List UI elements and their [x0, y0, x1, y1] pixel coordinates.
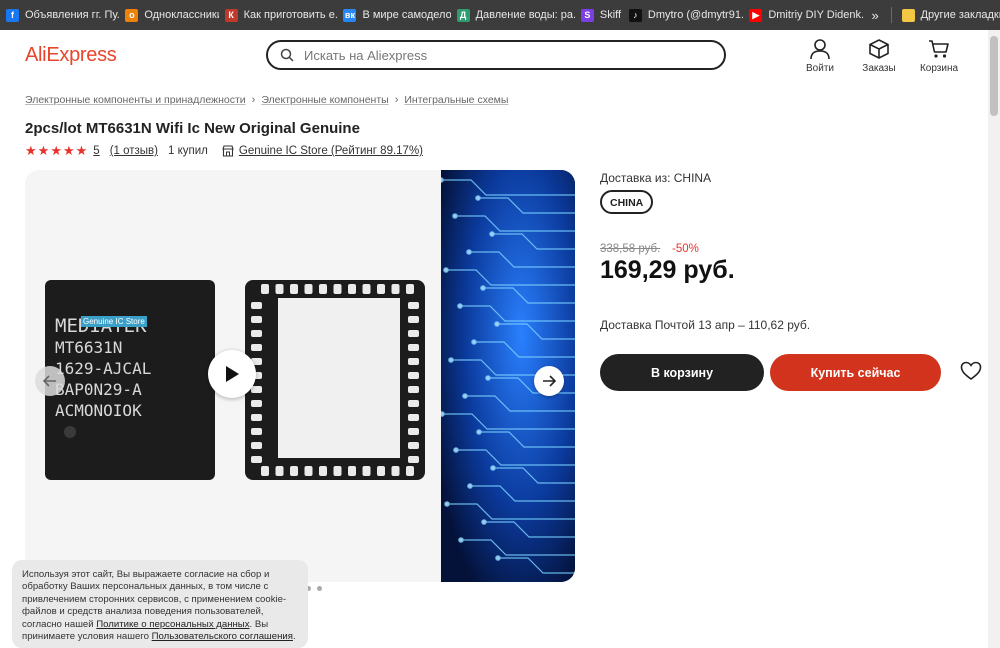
star-icon: ★ — [50, 143, 62, 158]
page-scrollbar[interactable] — [988, 30, 1000, 648]
rating-value[interactable]: 5 — [93, 145, 99, 157]
bookmark-item[interactable]: Д Давление воды: ра... — [451, 0, 575, 30]
user-agreement-link[interactable]: Пользовательского соглашения — [152, 631, 293, 642]
sold-count: 1 купил — [168, 145, 208, 157]
bookmark-item[interactable]: вк В мире самоделок — [337, 0, 451, 30]
chip-marking-line: MT6631N — [55, 338, 122, 357]
bookmark-item[interactable]: ♪ Dmytro (@dmytr91... — [623, 0, 743, 30]
current-price: 169,29 руб. — [600, 256, 735, 284]
login-button[interactable]: Войти — [795, 38, 845, 74]
bookmarks-divider — [890, 7, 892, 23]
cart-icon — [929, 40, 949, 58]
recipe-icon: К — [224, 8, 238, 22]
scrollbar-thumb[interactable] — [990, 36, 998, 116]
chip-marking-line: 1629-AJCAL — [55, 359, 151, 378]
search-bar[interactable] — [266, 40, 726, 70]
star-rating: ★ ★ ★ ★ ★ — [25, 143, 88, 159]
cookie-text: . — [292, 631, 296, 643]
product-gallery: MEDIATEKMT6631N1629-AJCALBAP0N29-AACMONO… — [25, 170, 575, 582]
delivery-info: Доставка Почтой 13 апр – 110,62 руб. — [600, 318, 811, 332]
folder-label: Другие закладки — [920, 9, 1000, 21]
youtube-icon: ▶ — [749, 8, 763, 22]
user-icon — [810, 39, 830, 60]
bookmark-label: В мире самоделок — [362, 9, 451, 21]
breadcrumb-item-electronics-accessories[interactable]: Электронные компоненты и принадлежности — [25, 94, 246, 106]
search-input[interactable] — [302, 46, 706, 64]
bookmark-item[interactable]: ▶ Dmitriy DIY Didenk... — [743, 0, 863, 30]
chevron-right-icon: › — [394, 94, 399, 106]
breadcrumb-item-electronic-components[interactable]: Электронные компоненты — [261, 94, 388, 106]
star-icon: ★ — [25, 143, 37, 158]
buy-now-button[interactable]: Купить сейчас — [770, 354, 941, 391]
vk-icon: вк — [343, 8, 357, 22]
chip-marking-line: BAP0N29-A — [55, 380, 142, 399]
bookmark-item[interactable]: о Одноклассники — [119, 0, 219, 30]
site-header: AliExpress Войти Заказы Корзина — [0, 30, 988, 86]
bookmark-item[interactable]: S Skiff — [575, 0, 623, 30]
bookmark-item[interactable]: К Как приготовить е... — [219, 0, 338, 30]
chip-front: MEDIATEKMT6631N1629-AJCALBAP0N29-AACMONO… — [45, 280, 215, 480]
bookmark-label: Давление воды: ра... — [475, 9, 575, 21]
bookmarks-bar: f Объявления гг. Пу... о Одноклассники К Как … — [0, 0, 1000, 30]
bookmark-label: Как приготовить е... — [243, 9, 338, 21]
orders-label: Заказы — [862, 63, 896, 74]
tiktok-icon: ♪ — [628, 8, 642, 22]
old-price: 338,58 руб. — [600, 243, 661, 255]
cart-label: Корзина — [919, 63, 959, 74]
pagination-dot[interactable] — [317, 586, 322, 591]
facebook-icon: f — [6, 8, 19, 22]
ship-country-chip[interactable]: CHINA — [600, 190, 654, 214]
chip-marking-line: ACMONOIOK — [55, 401, 142, 420]
store-link[interactable]: Genuine IC Store (Рейтинг 89.17%) — [239, 145, 423, 157]
heart-icon[interactable] — [960, 361, 982, 381]
privacy-policy-link[interactable]: Политике о персональных данных — [96, 619, 249, 630]
breadcrumb: Электронные компоненты и принадлежности … — [25, 94, 508, 106]
star-icon: ★ — [37, 143, 50, 158]
search-icon — [280, 48, 294, 62]
gallery-next-button[interactable] — [534, 366, 564, 396]
bookmark-item[interactable]: f Объявления гг. Пу... — [0, 0, 119, 30]
rating-row: ★ ★ ★ ★ ★ 5 (1 отзыв) 1 купил Genuine IC Sto… — [25, 143, 423, 159]
bookmark-label: Объявления гг. Пу... — [25, 9, 120, 21]
play-icon — [226, 366, 239, 382]
box-icon — [869, 39, 889, 59]
gauge-icon: Д — [456, 8, 470, 22]
bookmark-label: Dmytro (@dmytr91... — [647, 9, 744, 21]
star-icon: ★ — [75, 143, 88, 158]
cart-button[interactable]: Корзина — [914, 38, 964, 74]
other-bookmarks-folder[interactable]: Другие закладки — [896, 0, 1000, 30]
skiff-icon: S — [580, 8, 594, 22]
cookie-consent-banner: Используя этот сайт, Вы выражаете соглас… — [12, 560, 308, 648]
bookmark-label: Одноклассники — [144, 9, 219, 21]
login-label: Войти — [806, 63, 834, 74]
gallery-prev-button[interactable] — [35, 366, 65, 396]
add-to-cart-button[interactable]: В корзину — [600, 354, 764, 391]
bookmark-label: Dmitriy DIY Didenk... — [768, 9, 864, 21]
play-video-button[interactable] — [208, 350, 256, 398]
discount-badge: -50% — [672, 243, 699, 255]
product-title: 2pcs/lot MT6631N Wifi Ic New Original Ge… — [25, 120, 360, 137]
arrow-left-icon — [43, 375, 56, 387]
folder-icon — [901, 8, 915, 22]
bookmark-label: Skiff — [599, 9, 622, 21]
store-watermark-label: Genuine IC Store — [81, 316, 147, 327]
ship-from-label: Доставка из: CHINA — [600, 171, 712, 185]
bookmarks-overflow-button[interactable]: » — [863, 8, 886, 23]
chip-back — [245, 280, 425, 480]
arrow-right-icon — [543, 375, 556, 387]
breadcrumb-item-integrated-circuits[interactable]: Интегральные схемы — [404, 94, 508, 106]
odnoklassniki-icon: о — [125, 8, 139, 22]
reviews-link[interactable]: (1 отзыв) — [110, 145, 158, 157]
star-icon: ★ — [62, 143, 75, 158]
chevron-right-icon: › — [251, 94, 256, 106]
aliexpress-logo[interactable]: AliExpress — [25, 44, 117, 67]
store-icon — [222, 145, 234, 157]
orders-button[interactable]: Заказы — [854, 38, 904, 74]
